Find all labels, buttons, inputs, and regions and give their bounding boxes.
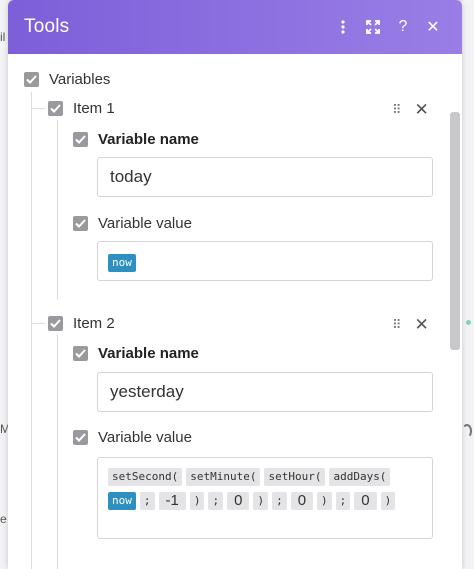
item-1-value-toggle[interactable]: Variable value [73,215,192,232]
item-1-label: Item 1 [73,100,115,117]
function-token[interactable]: setSecond( [108,468,183,486]
background-app-right [462,0,474,569]
item-1-toggle[interactable]: Item 1 [48,100,115,117]
checkbox-checked-icon[interactable] [24,72,39,87]
checkbox-checked-icon[interactable] [73,346,88,361]
value-zero: 0 [297,492,307,509]
panel-title: Tools [24,16,70,37]
item-1-variable-name-input[interactable]: today [97,157,433,197]
item-2-name-toggle[interactable]: Variable name [73,345,199,362]
close-paren-token[interactable]: ) [189,492,205,510]
background-text-fragment: e [0,512,7,526]
checkbox-checked-icon[interactable] [73,216,88,231]
value-token: 0 [354,492,377,510]
separator-token[interactable]: ; [208,492,224,510]
separator-token[interactable]: ; [272,492,287,510]
value-token: 0 [227,492,250,510]
checkbox-checked-icon[interactable] [73,132,88,147]
value-zero: 0 [361,492,370,509]
item-1-variable-value-input[interactable]: now [97,241,433,281]
panel-scrollbar[interactable] [450,112,460,350]
background-text-fragment: il [0,30,6,44]
function-token[interactable]: addDays( [329,468,391,486]
now-token[interactable]: now [108,254,136,272]
panel-header: Tools ? ✕ [8,0,462,54]
value-token: -1 [158,492,186,510]
panel-body: Variables Item 1 ⠿ ✕ Variable name today [8,54,462,569]
function-token[interactable]: setMinute( [186,468,261,486]
help-icon[interactable]: ? [388,12,418,42]
input-value: today [110,167,152,186]
item-2-value-toggle[interactable]: Variable value [73,429,192,446]
separator-token[interactable]: ; [139,492,155,510]
item-2-tools: ⠿ ✕ [392,315,429,335]
tree-guide-line [57,120,58,300]
remove-item-1-button[interactable]: ✕ [415,100,429,120]
tree-guide-line [57,335,58,569]
item-2-toggle[interactable]: Item 2 [48,315,115,332]
item-1-name-toggle[interactable]: Variable name [73,131,199,148]
input-value: yesterday [110,382,184,401]
item-2-variable-value-input[interactable]: setSecond( setMinute( setHour( addDays( … [97,457,433,539]
tree-guide-line [31,108,45,109]
close-paren-token[interactable]: ) [317,492,332,510]
variables-toggle[interactable]: Variables [24,71,110,88]
value-zero: 0 [234,492,243,509]
close-paren-token[interactable]: ) [253,492,269,510]
separator-token[interactable]: ; [335,492,351,510]
close-paren-token[interactable]: ) [380,492,396,510]
close-icon[interactable]: ✕ [418,12,448,42]
drag-handle-icon[interactable]: ⠿ [392,317,401,333]
checkbox-checked-icon[interactable] [48,101,63,116]
background-connector-dot [466,320,471,325]
drag-handle-icon[interactable]: ⠿ [392,102,401,118]
more-vertical-icon[interactable] [328,12,358,42]
value-minus-one: -1 [165,492,179,509]
item-2-label: Item 2 [73,315,115,332]
tree-guide-line [31,323,45,324]
item-2-variable-name-input[interactable]: yesterday [97,372,433,412]
remove-item-2-button[interactable]: ✕ [415,315,429,335]
background-route-icon [462,424,472,438]
function-token[interactable]: setHour( [264,468,326,486]
variable-value-label: Variable value [98,429,192,446]
checkbox-checked-icon[interactable] [73,430,88,445]
variables-label: Variables [49,71,111,88]
variable-name-label: Variable name [98,131,199,148]
tree-guide-line [31,92,32,569]
value-token: 0 [290,492,314,510]
variable-name-label: Variable name [98,345,199,362]
expand-icon[interactable] [358,12,388,42]
now-token[interactable]: now [108,492,136,510]
variable-value-label: Variable value [98,215,192,232]
checkbox-checked-icon[interactable] [48,316,63,331]
item-1-tools: ⠿ ✕ [392,100,429,120]
tools-panel: Tools ? ✕ Variables Item 1 ⠿ ✕ Variable … [8,0,462,569]
